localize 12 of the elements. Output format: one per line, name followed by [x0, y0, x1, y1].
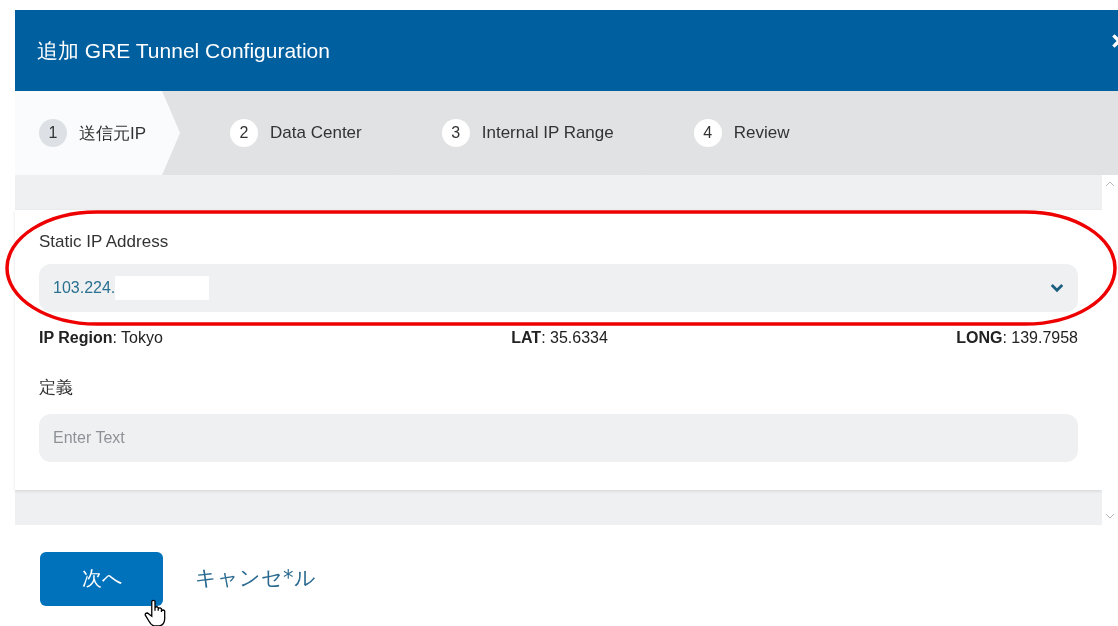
- definition-input[interactable]: Enter Text: [39, 414, 1078, 462]
- cancel-link[interactable]: キャンセ*ル: [195, 563, 316, 592]
- chevron-down-icon: [1050, 283, 1064, 293]
- field-label: Static IP Address: [39, 232, 170, 252]
- location-info: IP Region: Tokyo: [39, 329, 163, 347]
- ip-address-dropdown[interactable]: 103.224.: [39, 264, 1078, 312]
- location-info: LAT: 35.6334: [511, 329, 608, 347]
- field-label: 定義: [39, 377, 74, 399]
- location-info: LONG: 139.7958: [956, 329, 1078, 347]
- wizard-step[interactable]: 1 送信元IP: [15, 91, 181, 175]
- next-button[interactable]: 次へ: [40, 551, 163, 606]
- dialog-title: 追加 GRE Tunnel Configuration: [37, 37, 330, 64]
